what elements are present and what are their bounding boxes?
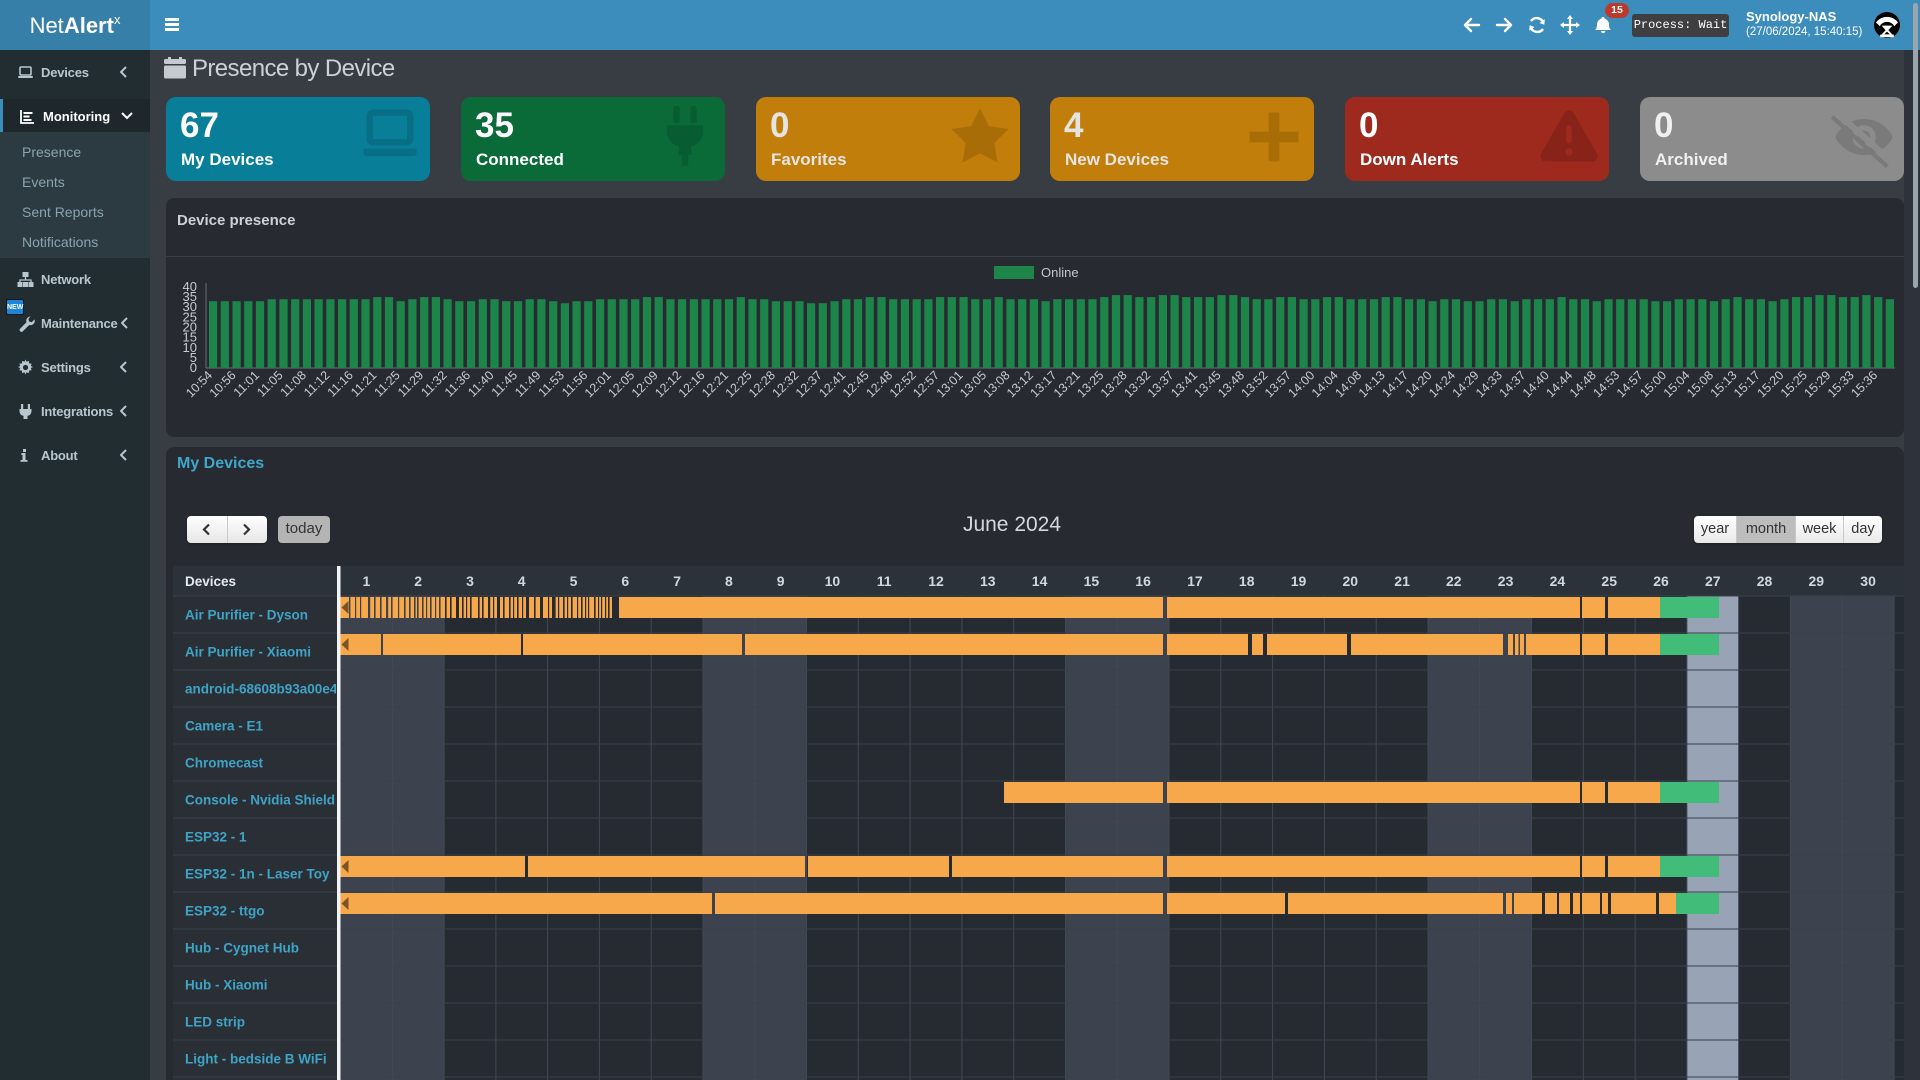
svg-text:26: 26: [1653, 573, 1669, 589]
svg-text:13: 13: [980, 573, 996, 589]
svg-text:11:32: 11:32: [418, 368, 449, 399]
svg-text:11:08: 11:08: [278, 368, 309, 399]
svg-text:10: 10: [825, 573, 841, 589]
svg-text:3: 3: [466, 573, 474, 589]
svg-text:9: 9: [777, 573, 785, 589]
svg-text:11:25: 11:25: [371, 368, 402, 399]
svg-text:7: 7: [673, 573, 681, 589]
svg-text:Camera - E1: Camera - E1: [185, 719, 264, 734]
svg-text:Hub - Cygnet Hub: Hub - Cygnet Hub: [185, 941, 299, 956]
svg-text:11:49: 11:49: [512, 368, 543, 399]
svg-text:22: 22: [1446, 573, 1462, 589]
svg-text:10:56: 10:56: [207, 368, 239, 400]
svg-text:ESP32 - 1n - Laser Toy: ESP32 - 1n - Laser Toy: [185, 867, 330, 882]
svg-text:4: 4: [518, 573, 526, 589]
svg-text:11:01: 11:01: [231, 368, 262, 399]
svg-text:Air Purifier - Xiaomi: Air Purifier - Xiaomi: [185, 645, 311, 660]
svg-text:Light - bedside B WiFi: Light - bedside B WiFi: [185, 1052, 327, 1067]
svg-text:11: 11: [877, 573, 892, 589]
svg-text:Air Purifier - Dyson: Air Purifier - Dyson: [185, 608, 308, 623]
svg-text:8: 8: [725, 573, 733, 589]
svg-text:11:53: 11:53: [536, 368, 567, 399]
svg-text:25: 25: [1601, 573, 1617, 589]
svg-text:ESP32 - 1: ESP32 - 1: [185, 830, 247, 845]
svg-text:11:12: 11:12: [301, 368, 332, 399]
svg-text:11:36: 11:36: [442, 368, 473, 399]
svg-text:6: 6: [621, 573, 629, 589]
svg-text:24: 24: [1550, 573, 1566, 589]
svg-text:19: 19: [1291, 573, 1307, 589]
svg-text:11:40: 11:40: [465, 368, 496, 399]
svg-text:11:16: 11:16: [325, 368, 356, 399]
svg-text:11:29: 11:29: [395, 368, 426, 399]
svg-text:android-68608b93a00e4: android-68608b93a00e4: [185, 682, 338, 697]
svg-text:11:05: 11:05: [254, 368, 285, 399]
svg-text:LED strip: LED strip: [185, 1015, 245, 1030]
svg-text:11:21: 11:21: [348, 368, 379, 399]
svg-text:18: 18: [1239, 573, 1255, 589]
svg-text:15:36: 15:36: [1848, 368, 1880, 400]
svg-text:28: 28: [1757, 573, 1773, 589]
svg-text:20: 20: [1343, 573, 1359, 589]
svg-text:23: 23: [1498, 573, 1514, 589]
svg-text:40: 40: [183, 279, 197, 294]
svg-text:16: 16: [1135, 573, 1151, 589]
svg-text:Online: Online: [1041, 265, 1079, 280]
svg-text:1: 1: [363, 573, 371, 589]
svg-text:30: 30: [1860, 573, 1876, 589]
svg-text:21: 21: [1394, 573, 1410, 589]
svg-text:12: 12: [928, 573, 944, 589]
svg-text:Chromecast: Chromecast: [185, 756, 264, 771]
svg-text:Devices: Devices: [185, 574, 236, 589]
svg-text:29: 29: [1809, 573, 1825, 589]
svg-text:11:45: 11:45: [489, 368, 520, 399]
svg-text:15: 15: [1084, 573, 1100, 589]
svg-text:14: 14: [1032, 573, 1048, 589]
svg-text:27: 27: [1705, 573, 1721, 589]
svg-text:17: 17: [1187, 573, 1203, 589]
svg-text:Console - Nvidia Shield T: Console - Nvidia Shield T: [185, 793, 348, 808]
svg-text:Hub - Xiaomi: Hub - Xiaomi: [185, 978, 268, 993]
svg-text:5: 5: [570, 573, 578, 589]
svg-text:2: 2: [414, 573, 422, 589]
svg-text:ESP32 - ttgo: ESP32 - ttgo: [185, 904, 265, 919]
